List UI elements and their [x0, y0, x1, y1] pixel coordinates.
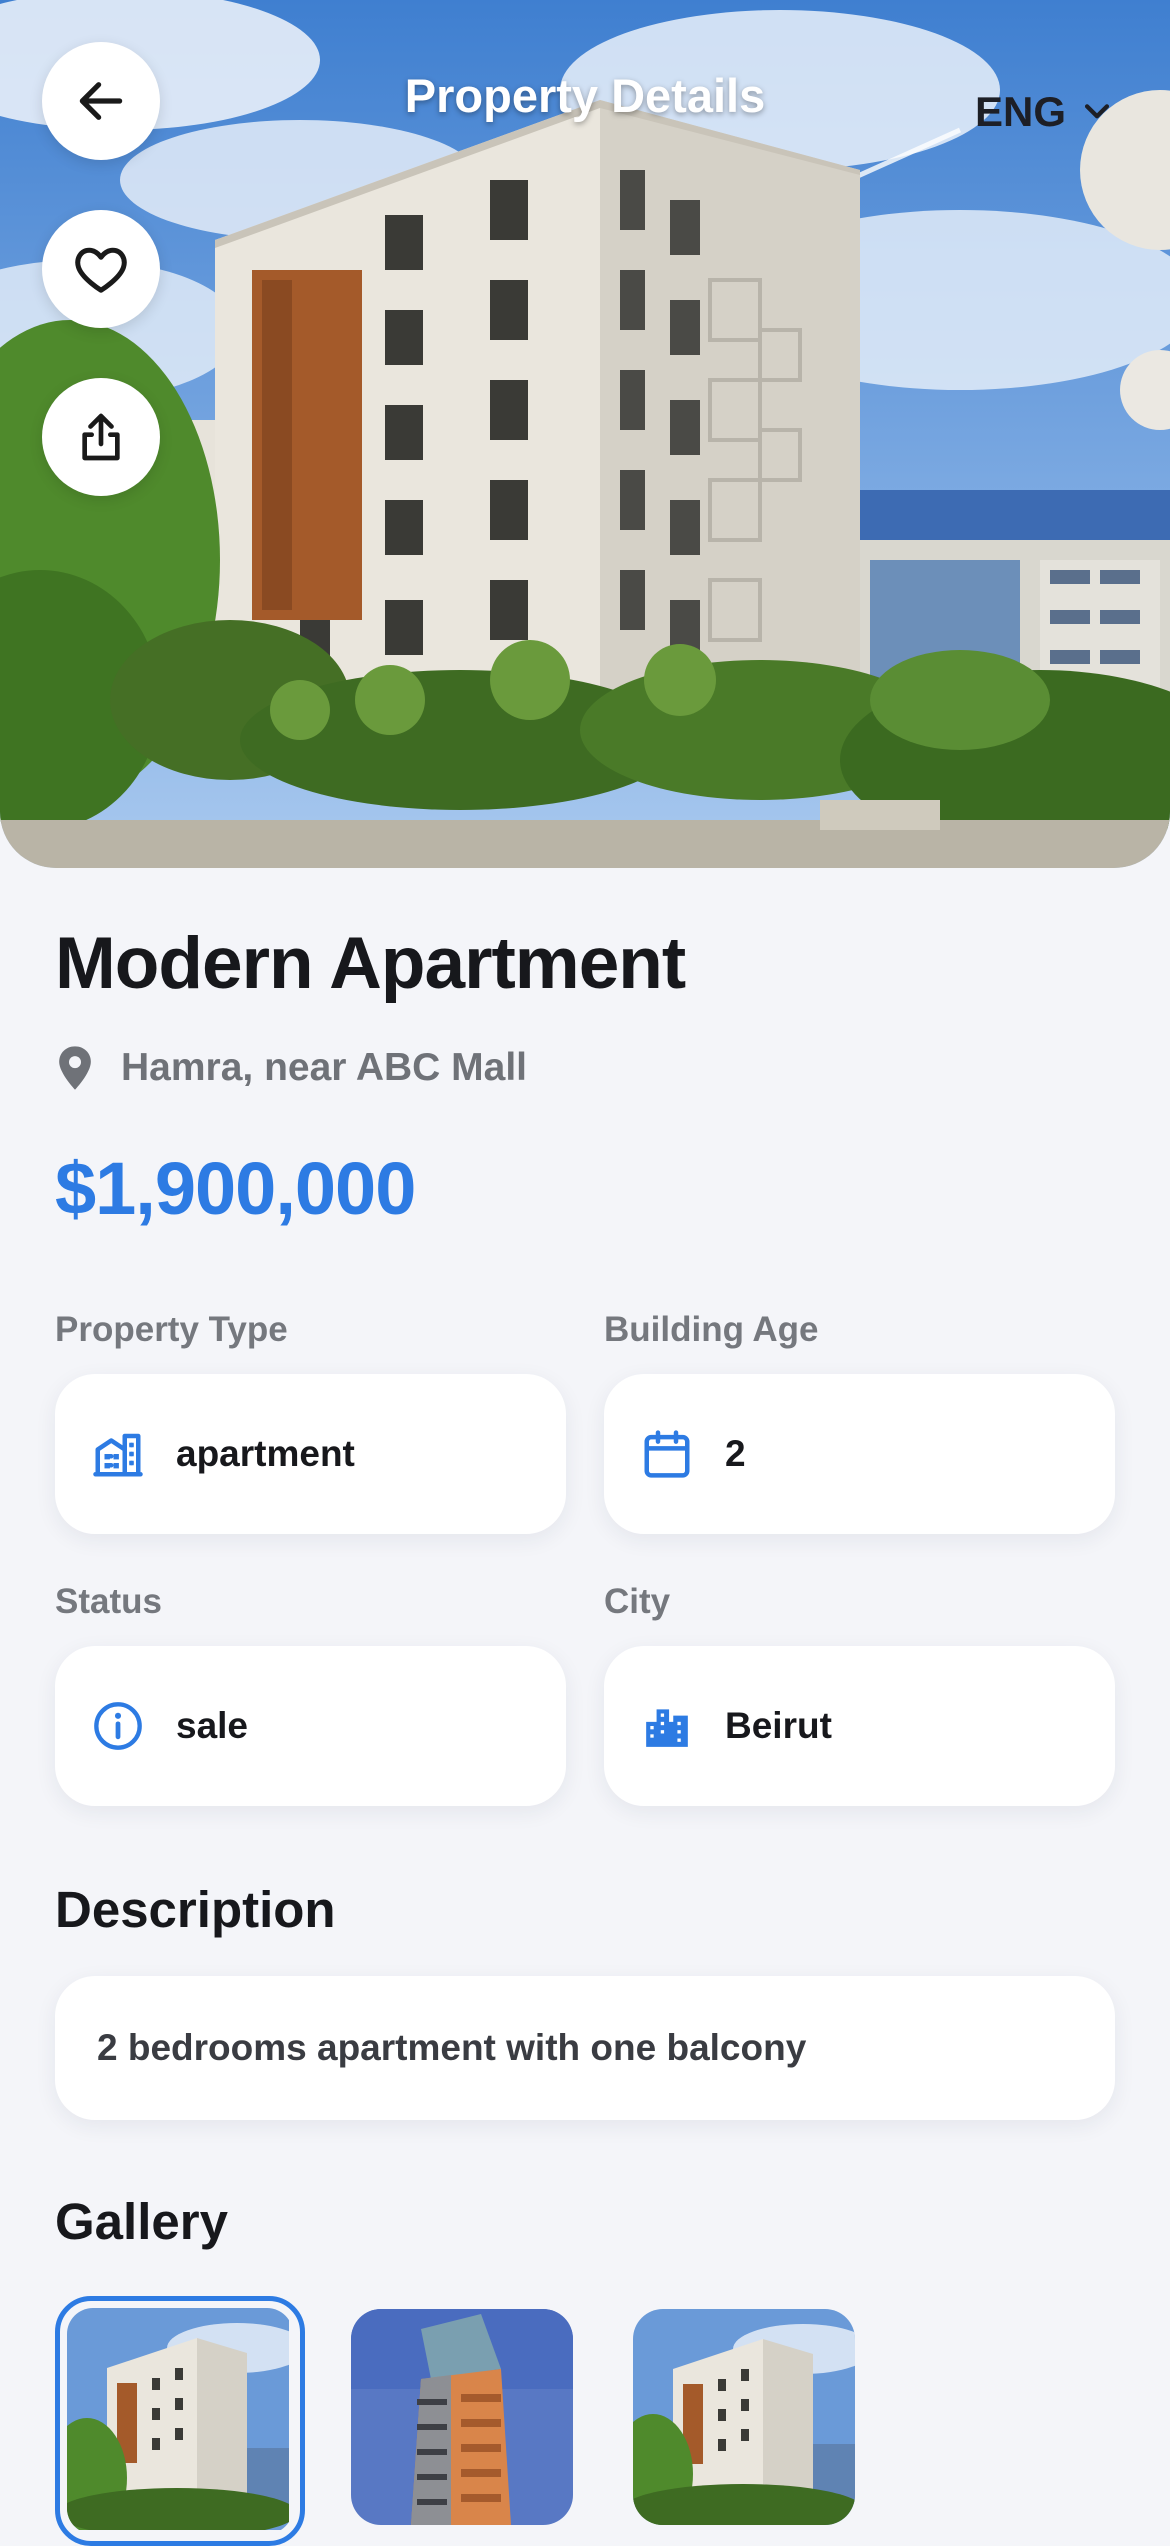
chevron-down-icon [1084, 104, 1110, 119]
language-selector[interactable]: ENG [975, 88, 1114, 136]
gallery-thumbnail[interactable] [351, 2309, 573, 2525]
gallery-thumbnail[interactable] [55, 2296, 305, 2546]
property-location: Hamra, near ABC Mall [55, 1044, 527, 1092]
building-age-label: Building Age [604, 1310, 819, 1349]
calendar-icon [639, 1426, 695, 1482]
hero-image: Property Details ENG [0, 0, 1170, 868]
property-type-label: Property Type [55, 1310, 288, 1349]
building-age-card: 2 [604, 1374, 1115, 1534]
building-icon [90, 1426, 146, 1482]
gallery-image [633, 2309, 855, 2525]
city-icon [639, 1698, 695, 1754]
city-card: Beirut [604, 1646, 1115, 1806]
property-type-value: apartment [176, 1433, 355, 1474]
info-icon [90, 1698, 146, 1754]
status-card: sale [55, 1646, 566, 1806]
gallery-heading: Gallery [55, 2193, 228, 2250]
description-card: 2 bedrooms apartment with one balcony [55, 1976, 1115, 2120]
heart-icon [75, 247, 127, 293]
property-title: Modern Apartment [55, 923, 686, 1004]
share-icon [82, 413, 120, 461]
gallery-image [67, 2308, 293, 2534]
property-type-card: apartment [55, 1374, 566, 1534]
gallery-image [351, 2309, 573, 2525]
favorite-button[interactable] [42, 210, 160, 328]
status-label: Status [55, 1582, 162, 1621]
building-age-value: 2 [725, 1433, 746, 1474]
back-button[interactable] [42, 42, 160, 160]
share-button[interactable] [42, 378, 160, 496]
description-heading: Description [55, 1881, 336, 1938]
gallery-thumbnail[interactable] [633, 2309, 855, 2525]
status-value: sale [176, 1705, 249, 1746]
city-label: City [604, 1582, 671, 1621]
location-text: Hamra, near ABC Mall [121, 1046, 528, 1089]
description-text: 2 bedrooms apartment with one balcony [97, 2027, 807, 2068]
location-pin-icon [59, 1046, 91, 1090]
language-label: ENG [975, 88, 1067, 135]
property-price: $1,900,000 [55, 1147, 416, 1230]
city-value: Beirut [725, 1705, 832, 1746]
arrow-left-icon [79, 82, 123, 120]
